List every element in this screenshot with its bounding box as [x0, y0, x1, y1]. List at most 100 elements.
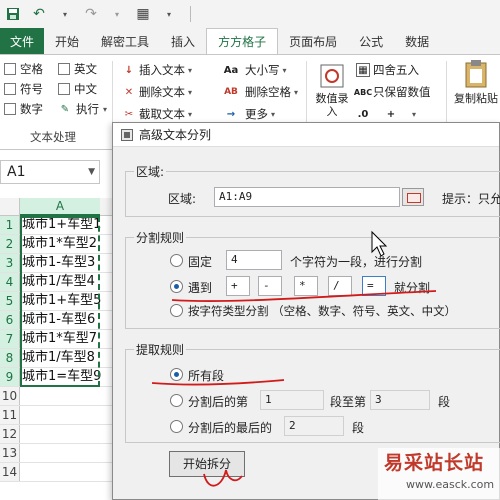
chevron-down-icon: ▾	[188, 87, 193, 97]
table-row: 12	[0, 425, 112, 444]
checkbox-chinese[interactable]	[58, 83, 70, 95]
row-number[interactable]: 1	[0, 216, 20, 234]
row-number[interactable]: 2	[0, 235, 20, 253]
dialog-titlebar[interactable]: 高级文本分列	[113, 123, 499, 147]
tab-data[interactable]: 数据	[394, 28, 440, 54]
cell[interactable]: 城市1*车型2	[22, 235, 112, 253]
row-number[interactable]: 12	[0, 425, 20, 443]
row-number[interactable]: 13	[0, 444, 20, 462]
print-icon[interactable]: ▦	[134, 5, 152, 23]
delimiter-input-5[interactable]: =	[362, 276, 386, 296]
row-number[interactable]: 3	[0, 254, 20, 272]
checkbox-english-label: 英文	[74, 62, 97, 76]
round-label: 四舍五入	[373, 63, 419, 77]
row-number[interactable]: 9	[0, 368, 20, 386]
tab-insert[interactable]: 插入	[160, 28, 206, 54]
cell[interactable]	[22, 463, 112, 481]
tab-home[interactable]: 开始	[44, 28, 90, 54]
name-box[interactable]: A1 ▼	[0, 160, 100, 184]
tab-file[interactable]: 文件	[0, 28, 45, 54]
delete-space-button[interactable]: AB 删除空格 ▾	[220, 81, 298, 103]
copy-paste-button[interactable]: 复制粘贴	[452, 59, 500, 105]
fixed-count-input[interactable]: 4	[226, 250, 282, 270]
row-number[interactable]: 7	[0, 330, 20, 348]
redo-dropdown-icon[interactable]: ▾	[108, 5, 126, 23]
insert-text-button[interactable]: ↓ 插入文本 ▾	[122, 59, 192, 81]
cell[interactable]	[22, 425, 112, 443]
delimiter-input-3[interactable]: *	[294, 276, 318, 296]
row-number[interactable]: 6	[0, 311, 20, 329]
cell[interactable]: 城市1+车型5	[22, 292, 112, 310]
segment-from-input[interactable]: 1	[260, 390, 324, 410]
table-row: 10	[0, 387, 112, 406]
row-number[interactable]: 11	[0, 406, 20, 424]
row-number[interactable]: 14	[0, 463, 20, 481]
delete-text-button[interactable]: ✕ 删除文本 ▾	[122, 81, 192, 103]
select-all-corner[interactable]	[0, 198, 20, 216]
cell[interactable]: 城市1+车型1	[22, 216, 112, 234]
last-segments-input[interactable]: 2	[284, 416, 344, 436]
radio-last-segments[interactable]	[170, 420, 183, 433]
checkbox-symbol[interactable]	[4, 83, 16, 95]
tab-formulas[interactable]: 公式	[348, 28, 394, 54]
cell[interactable]: 城市1-车型3	[22, 254, 112, 272]
delimiter-input-1[interactable]: +	[226, 276, 250, 296]
radio-delimiter[interactable]	[170, 280, 183, 293]
segment-range-label: 分割后的第	[188, 395, 249, 409]
value-entry-button[interactable]: 数值录入	[312, 63, 352, 118]
chevron-down-icon: ▾	[188, 65, 193, 75]
column-header-a[interactable]: A	[20, 198, 100, 216]
chevron-down-icon[interactable]: ▼	[88, 167, 95, 177]
site-watermark: 易采站长站 www.easck.com	[378, 448, 500, 500]
undo-dropdown-icon[interactable]: ▾	[56, 5, 74, 23]
segment-to-input[interactable]: 3	[370, 390, 430, 410]
cell[interactable]: 城市1=车型9	[22, 368, 112, 386]
delimiter-suffix: 就分割	[394, 281, 431, 295]
cell[interactable]: 城市1-车型6	[22, 311, 112, 329]
ribbon-tabs: 文件 开始 解密工具 插入 方方格子 页面布局 公式 数据	[0, 28, 500, 54]
cell[interactable]	[22, 406, 112, 424]
redo-icon[interactable]: ↷	[82, 5, 100, 23]
round-button[interactable]: ▦ 四舍五入	[356, 59, 419, 81]
case-button[interactable]: Aa 大小写 ▾	[220, 59, 298, 81]
start-split-button[interactable]: 开始拆分	[169, 451, 245, 477]
row-number[interactable]: 4	[0, 273, 20, 291]
row-number[interactable]: 10	[0, 387, 20, 405]
table-row: 3 城市1-车型3	[0, 254, 112, 273]
table-row: 4 城市1/车型4	[0, 273, 112, 292]
region-legend: 区域:	[134, 163, 167, 180]
undo-icon[interactable]: ↶	[30, 5, 48, 23]
tab-decrypt-tools[interactable]: 解密工具	[90, 28, 160, 54]
checkbox-number[interactable]	[4, 103, 16, 115]
range-picker-icon[interactable]	[402, 188, 424, 206]
tab-fangfang-gezi[interactable]: 方方格子	[206, 28, 279, 54]
row-number[interactable]: 8	[0, 349, 20, 367]
cell[interactable]	[22, 387, 112, 405]
radio-char-type[interactable]	[170, 304, 183, 317]
save-icon[interactable]	[4, 5, 22, 23]
cell[interactable]: 城市1/车型8	[22, 349, 112, 367]
customize-dropdown-icon[interactable]: ▾	[160, 5, 178, 23]
row-number[interactable]: 5	[0, 292, 20, 310]
cell[interactable]	[22, 444, 112, 462]
delimiter-input-4[interactable]: /	[328, 276, 352, 296]
column-header-bar: A	[0, 198, 112, 216]
region-input[interactable]: A1:A9	[214, 187, 400, 207]
radio-all-segments[interactable]	[170, 368, 183, 381]
keep-number-button[interactable]: ABC 只保留数值	[354, 81, 431, 103]
execute-button[interactable]: 执行	[76, 101, 99, 117]
radio-fixed[interactable]	[170, 254, 183, 267]
clipboard-icon	[465, 60, 487, 88]
delimiter-input-2[interactable]: -	[258, 276, 282, 296]
text-tools-group: ↓ 插入文本 ▾ ✕ 删除文本 ▾ ✂ 截取文本 ▾	[122, 59, 192, 125]
radio-segment-range[interactable]	[170, 394, 183, 407]
checkbox-english[interactable]	[58, 63, 70, 75]
cell[interactable]: 城市1*车型7	[22, 330, 112, 348]
checkbox-space[interactable]	[4, 63, 16, 75]
execute-dropdown-icon[interactable]: ▾	[103, 105, 107, 114]
tab-page-layout[interactable]: 页面布局	[278, 28, 348, 54]
cell[interactable]: 城市1/车型4	[22, 273, 112, 291]
insert-text-label: 插入文本	[139, 63, 185, 77]
chevron-down-icon: ▾	[294, 87, 299, 97]
extract-text-label: 截取文本	[139, 107, 185, 121]
